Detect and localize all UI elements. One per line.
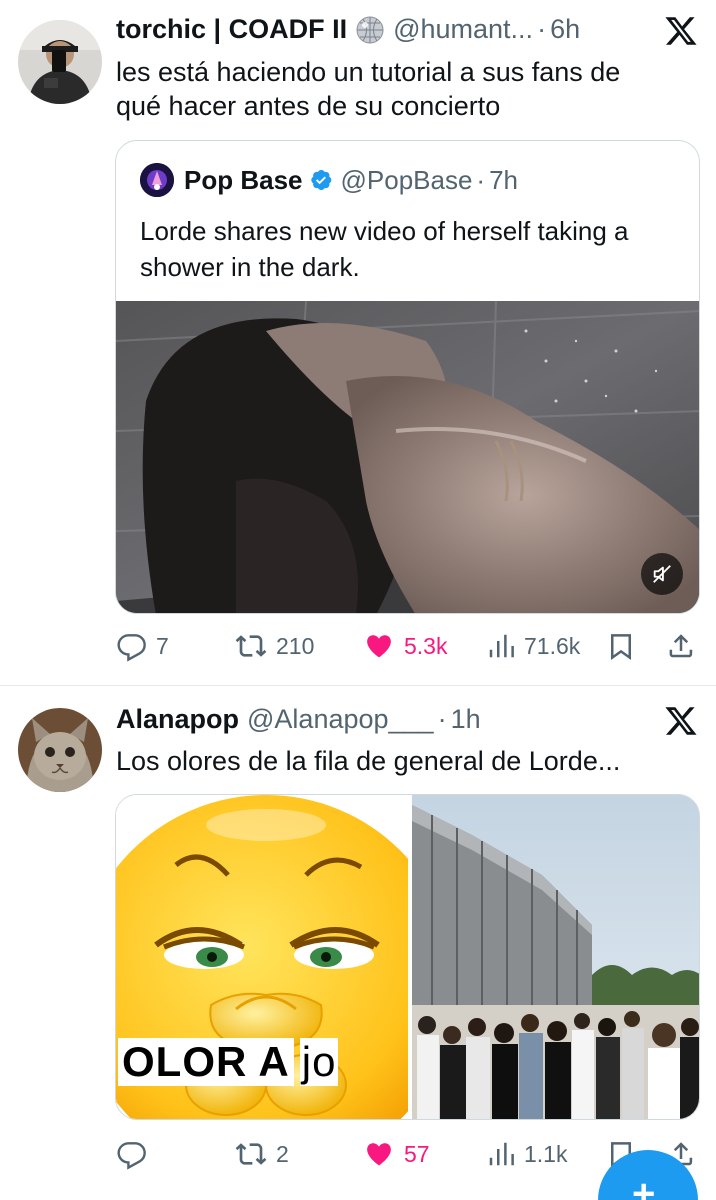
repost-button[interactable]: 2 <box>234 1134 289 1174</box>
repost-count: 2 <box>276 1140 289 1167</box>
quoted-video[interactable] <box>116 301 699 613</box>
meme-caption-part: jo <box>299 1038 339 1086</box>
tweet-text-line: Los olores de la fila de general de Lord… <box>116 746 621 776</box>
repost-icon <box>235 1143 267 1165</box>
share-button[interactable] <box>666 626 704 666</box>
repost-icon <box>235 635 267 657</box>
timestamp[interactable]: 6h <box>550 14 580 45</box>
quoted-text-line: Lorde shares new video of herself taking… <box>140 216 629 246</box>
like-button[interactable]: 57 <box>362 1134 430 1174</box>
views-button[interactable]: 71.6k <box>486 626 580 666</box>
reply-button[interactable] <box>116 1134 156 1174</box>
tweet-text: Los olores de la fila de general de Lord… <box>116 744 620 778</box>
disco-ball-icon <box>355 15 385 45</box>
separator-dot: · <box>476 164 486 195</box>
quoted-author-line: Pop Base @PopBase · 7h <box>140 163 518 197</box>
quoted-timestamp[interactable]: 7h <box>489 165 518 196</box>
reply-icon <box>117 1142 146 1170</box>
timestamp[interactable]: 1h <box>451 704 481 735</box>
handle[interactable]: @Alanapop___ <box>247 704 434 735</box>
separator-dot: · <box>537 14 547 44</box>
author-line: Alanapop @Alanapop___ · 1h <box>116 704 481 735</box>
views-count: 71.6k <box>524 632 581 659</box>
display-name[interactable]: torchic | COADF II <box>116 14 347 45</box>
avatar-alanapop[interactable] <box>18 708 102 792</box>
display-name[interactable]: Alanapop <box>116 704 239 735</box>
like-count: 57 <box>404 1140 430 1167</box>
repost-button[interactable]: 210 <box>234 626 314 666</box>
share-icon <box>669 634 693 658</box>
views-icon <box>489 1142 514 1166</box>
x-logo-icon[interactable] <box>664 14 698 48</box>
heart-filled-icon <box>367 635 391 658</box>
repost-count: 210 <box>276 632 315 659</box>
quoted-handle[interactable]: @PopBase <box>341 165 473 196</box>
plus-icon: + <box>632 1172 656 1200</box>
author-line: torchic | COADF II @humant... · 6h <box>116 14 580 45</box>
verified-badge-icon <box>303 168 333 192</box>
tweet-actions: 7 210 5.3k 71.6k <box>116 626 701 666</box>
like-button[interactable]: 5.3k <box>362 626 447 666</box>
reply-button[interactable]: 7 <box>116 626 169 666</box>
separator-dot: · <box>437 704 447 734</box>
handle[interactable]: @humant... <box>393 14 533 45</box>
media-grid: OLOR A jo <box>115 794 700 1120</box>
tweet-text: les está haciendo un tutorial a sus fans… <box>116 55 620 123</box>
heart-filled-icon <box>367 1143 391 1166</box>
popbase-avatar[interactable] <box>140 163 174 197</box>
bookmark-icon <box>611 634 631 661</box>
stadium-photo[interactable] <box>412 795 699 1119</box>
mute-icon <box>653 565 671 583</box>
tweet-1[interactable]: torchic | COADF II @humant... · 6h les e… <box>0 0 716 686</box>
views-button[interactable]: 1.1k <box>486 1134 567 1174</box>
quoted-text-line: shower in the dark. <box>140 252 360 282</box>
views-count: 1.1k <box>524 1140 568 1167</box>
tweet-text-line: les está haciendo un tutorial a sus fans… <box>116 57 621 87</box>
quoted-tweet-card[interactable]: Pop Base @PopBase · 7h Lorde shares new … <box>115 140 700 614</box>
quoted-tweet-text: Lorde shares new video of herself taking… <box>140 213 685 285</box>
tweet-text-line: qué hacer antes de su concierto <box>116 91 501 121</box>
views-icon <box>489 634 514 658</box>
quoted-display-name[interactable]: Pop Base <box>184 165 303 196</box>
meme-caption: OLOR A jo <box>118 1037 339 1087</box>
meme-image[interactable]: OLOR A jo <box>116 795 408 1119</box>
mute-button[interactable] <box>641 553 683 595</box>
like-count: 5.3k <box>404 632 448 659</box>
meme-caption-part: OLOR A <box>118 1038 294 1086</box>
x-logo-icon[interactable] <box>664 704 698 738</box>
bookmark-button[interactable] <box>606 626 644 666</box>
tweet-2[interactable]: Alanapop @Alanapop___ · 1h Los olores de… <box>0 686 716 1200</box>
avatar-torchic[interactable] <box>18 20 102 104</box>
reply-icon <box>117 634 146 662</box>
reply-count: 7 <box>156 632 169 659</box>
